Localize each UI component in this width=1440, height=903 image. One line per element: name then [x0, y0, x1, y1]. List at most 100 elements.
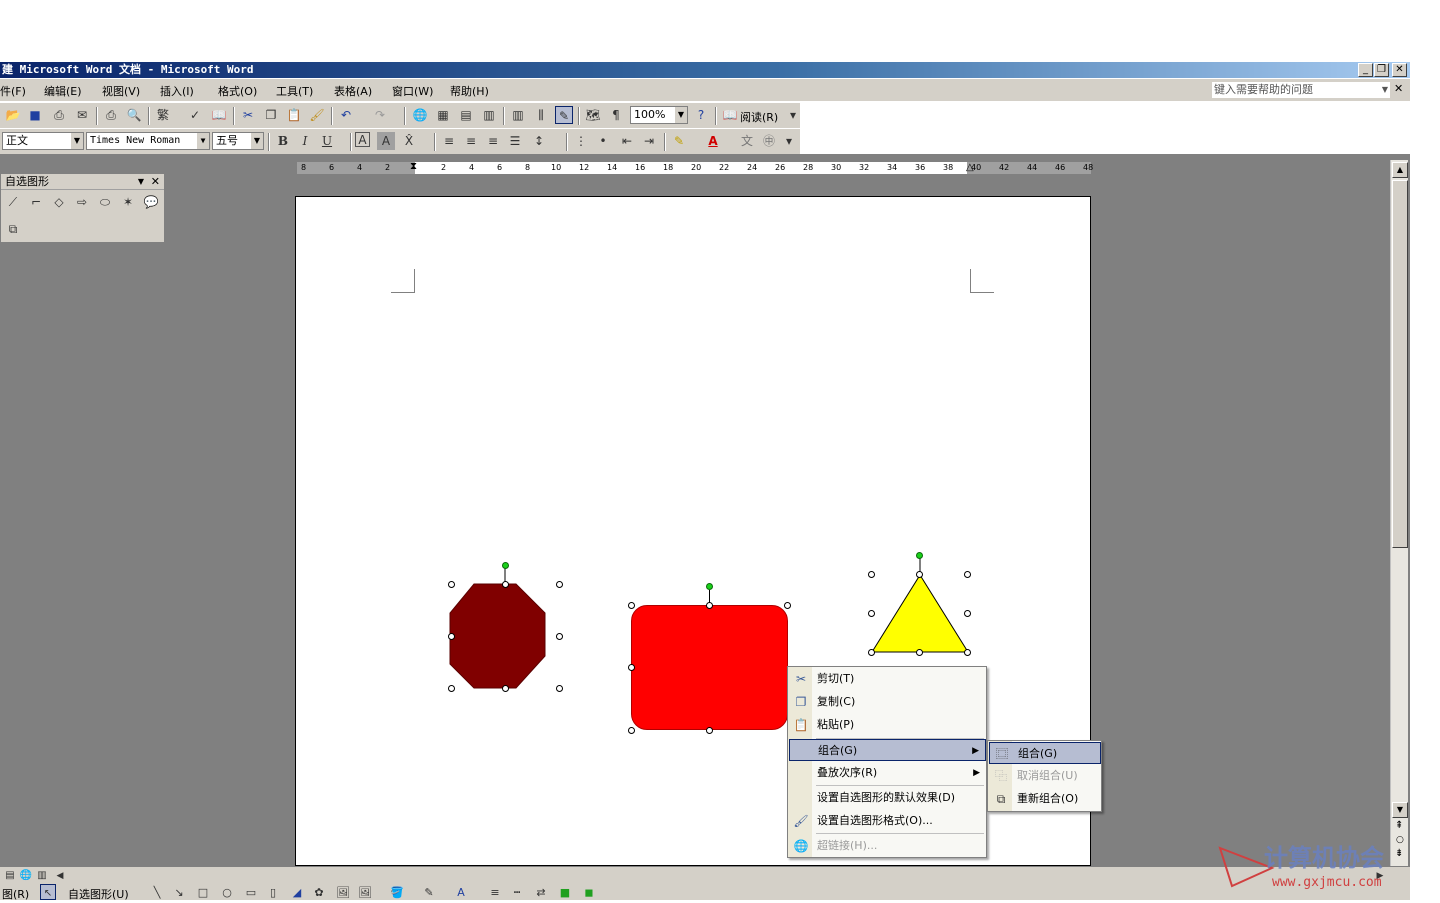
triangle-fill[interactable] — [871, 574, 969, 653]
drawing-toolbar-toggle-icon[interactable]: ✎ — [555, 106, 573, 124]
menu-tools[interactable]: 工具(T) — [276, 83, 313, 99]
font-color-icon[interactable]: A — [452, 884, 470, 900]
style-select[interactable]: 正文 ▼ — [2, 132, 84, 150]
resize-handle[interactable] — [448, 685, 455, 692]
align-center-icon[interactable]: ≡ — [462, 132, 480, 150]
read-button[interactable]: 阅读(R) — [740, 109, 778, 125]
chevron-down-icon[interactable]: ▼ — [1382, 82, 1388, 98]
resize-handle[interactable] — [628, 664, 635, 671]
tables-borders-icon[interactable]: ▦ — [434, 106, 452, 124]
dash-style-icon[interactable]: ┅ — [508, 884, 526, 900]
resize-handle[interactable] — [706, 602, 713, 609]
rotate-handle[interactable] — [916, 552, 923, 559]
picture-icon[interactable]: 🖼 — [356, 884, 374, 900]
columns-icon[interactable]: ▥ — [509, 106, 527, 124]
help-search-input[interactable]: 键入需要帮助的问题 ▼ — [1212, 82, 1390, 98]
resize-handle[interactable] — [964, 571, 971, 578]
flowchart-icon[interactable]: ⬭ — [96, 193, 114, 211]
menu-item-order[interactable]: 叠放次序(R) ▶ — [789, 762, 986, 784]
menu-item-paste[interactable]: 📋 粘贴(P) — [789, 714, 986, 736]
numbering-icon[interactable]: ⋮ — [572, 132, 590, 150]
resize-handle[interactable] — [868, 571, 875, 578]
resize-handle[interactable] — [502, 685, 509, 692]
resize-handle[interactable] — [556, 581, 563, 588]
shadow-style-icon[interactable]: ■ — [556, 884, 574, 900]
menu-view[interactable]: 视图(V) — [102, 83, 140, 99]
toolbar-options-icon[interactable]: ▾ — [784, 132, 794, 150]
chevron-down-icon[interactable]: ▼ — [138, 174, 144, 190]
close-icon[interactable]: ✕ — [151, 174, 160, 190]
font-select[interactable]: Times New Roman ▼ — [86, 132, 210, 150]
resize-handle[interactable] — [868, 649, 875, 656]
submenu-item-ungroup[interactable]: ⿻ 取消组合(U) — [989, 765, 1101, 787]
drawing-icon[interactable]: ⫼ — [532, 106, 550, 124]
research-icon[interactable]: 📖 — [210, 106, 228, 124]
help-icon[interactable]: ? — [692, 106, 710, 124]
stars-banners-icon[interactable]: ✶ — [119, 193, 137, 211]
resize-handle[interactable] — [964, 649, 971, 656]
character-shading-icon[interactable]: A — [377, 132, 395, 150]
basic-shapes-icon[interactable]: ◇ — [50, 193, 68, 211]
diagram-icon[interactable]: ✿ — [310, 884, 328, 900]
menu-insert[interactable]: 插入(I) — [160, 83, 194, 99]
menu-file[interactable]: 件(F) — [0, 83, 26, 99]
font-size-select[interactable]: 五号 ▼ — [212, 132, 264, 150]
web-view-icon[interactable]: 🌐 — [18, 867, 34, 883]
resize-handle[interactable] — [784, 602, 791, 609]
print-preview-icon[interactable]: 🔍 — [125, 106, 143, 124]
open-icon[interactable]: 📂 — [4, 106, 22, 124]
resize-handle[interactable] — [628, 602, 635, 609]
bullets-icon[interactable]: • — [594, 132, 612, 150]
chevron-down-icon[interactable]: ▼ — [675, 107, 687, 123]
chevron-down-icon[interactable]: ▼ — [71, 133, 83, 149]
scrollbar-thumb[interactable] — [1392, 180, 1408, 548]
hyperlink-icon[interactable]: 🌐 — [411, 106, 429, 124]
enclose-characters-icon[interactable]: ㊥ — [760, 132, 778, 150]
decrease-indent-icon[interactable]: ⇤ — [618, 132, 636, 150]
resize-handle[interactable] — [502, 581, 509, 588]
align-left-icon[interactable]: ≡ — [440, 132, 458, 150]
italic-button[interactable]: I — [296, 132, 314, 150]
spelling-icon[interactable]: ✓ — [186, 106, 204, 124]
help-close-icon[interactable]: ✕ — [1394, 82, 1403, 95]
redo-icon[interactable]: ↷ — [371, 106, 389, 124]
highlight-icon[interactable]: ✎ — [670, 132, 688, 150]
show-hide-icon[interactable]: ¶ — [607, 106, 625, 124]
scroll-left-icon[interactable]: ◀ — [52, 867, 68, 883]
document-map-icon[interactable]: 🗺 — [584, 106, 602, 124]
submenu-item-regroup[interactable]: ⧉ 重新组合(O) — [989, 788, 1101, 810]
normal-view-icon[interactable]: ▤ — [2, 867, 18, 883]
horizontal-ruler[interactable]: 8 6 4 2 2 4 6 8 10 12 14 16 18 20 22 24 … — [296, 161, 1093, 175]
wordart-icon[interactable]: ◢ — [288, 884, 306, 900]
minimize-button[interactable]: _ — [1358, 63, 1373, 77]
line-icon[interactable]: ╲ — [148, 884, 166, 900]
autoshapes-palette[interactable]: 自选图形 ▼ ✕ ⟋ ⌐ ◇ ⇨ ⬭ ✶ 💬 ⧉ — [0, 173, 165, 243]
menu-format[interactable]: 格式(O) — [218, 83, 257, 99]
close-button[interactable]: ✕ — [1392, 63, 1407, 77]
textbox-icon[interactable]: ▭ — [242, 884, 260, 900]
permission-icon[interactable]: ⎙ — [50, 106, 68, 124]
underline-button[interactable]: U — [318, 132, 336, 150]
resize-handle[interactable] — [628, 727, 635, 734]
resize-handle[interactable] — [556, 633, 563, 640]
menu-table[interactable]: 表格(A) — [334, 83, 372, 99]
line-spacing-icon[interactable]: ↕ — [530, 132, 548, 150]
save-icon[interactable]: ■ — [26, 106, 44, 124]
distributed-icon[interactable]: ☰ — [506, 132, 524, 150]
phonetic-guide-icon[interactable]: 文 — [738, 132, 756, 150]
menu-item-group[interactable]: 组合(G) ▶ — [789, 739, 986, 761]
arrow-style-icon[interactable]: ⇄ — [532, 884, 550, 900]
line-style-icon[interactable]: ≡ — [486, 884, 504, 900]
fill-color-icon[interactable]: 🪣 — [388, 884, 406, 900]
submenu-item-group[interactable]: ⿴ 组合(G) — [989, 742, 1101, 764]
restore-button[interactable]: ❐ — [1374, 63, 1389, 77]
scroll-up-icon[interactable]: ▲ — [1392, 162, 1408, 178]
block-arrows-icon[interactable]: ⇨ — [73, 193, 91, 211]
menu-item-format-autoshape[interactable]: 🖌 设置自选图形格式(O)... — [789, 810, 986, 832]
insert-table-icon[interactable]: ▤ — [457, 106, 475, 124]
menu-help[interactable]: 帮助(H) — [450, 83, 489, 99]
resize-handle[interactable] — [916, 649, 923, 656]
chevron-down-icon[interactable]: ▼ — [197, 133, 209, 149]
resize-handle[interactable] — [706, 727, 713, 734]
rounded-rectangle-shape[interactable] — [631, 605, 788, 730]
